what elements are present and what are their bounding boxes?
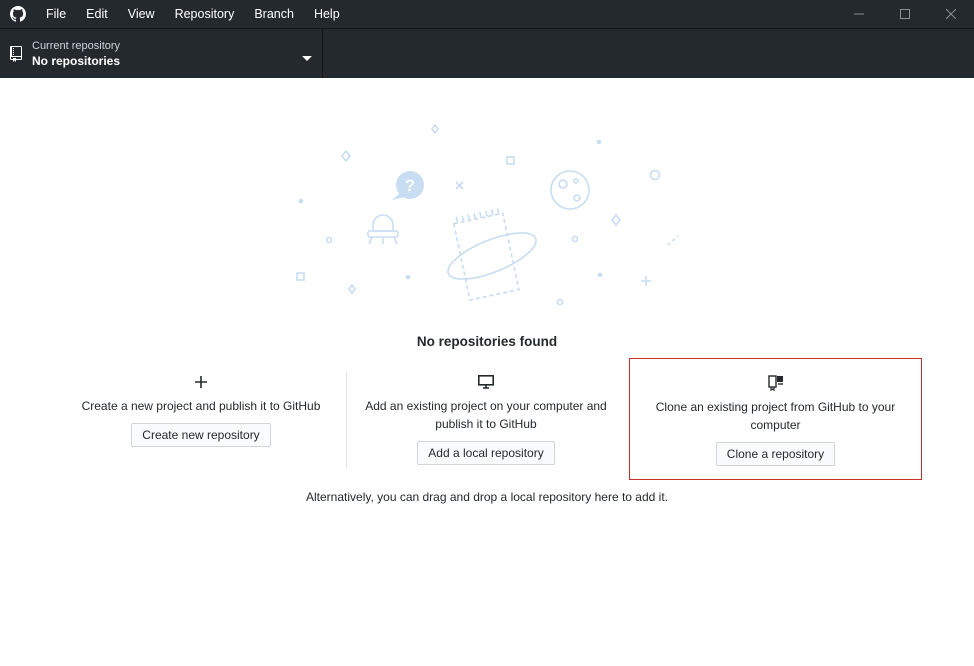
close-icon — [946, 9, 956, 19]
repo-clone-icon — [630, 372, 921, 394]
window-controls — [836, 0, 974, 28]
github-logo-icon[interactable] — [0, 0, 36, 28]
empty-state-illustration: ? — [296, 123, 679, 306]
current-repository-label: Current repository — [32, 39, 121, 52]
add-local-repository-description: Add an existing project on your computer… — [365, 399, 607, 431]
maximize-button[interactable] — [882, 0, 928, 28]
repo-text: Current repository No repositories — [32, 39, 120, 69]
sparkle-icon — [610, 213, 622, 227]
add-local-repository-option: Add an existing project on your computer… — [346, 358, 626, 480]
title-bar: File Edit View Repository Branch Help — [0, 0, 974, 28]
current-repository-value: No repositories — [32, 53, 121, 68]
menu-repository[interactable]: Repository — [165, 0, 245, 28]
drag-drop-hint: Alternatively, you can drag and drop a l… — [306, 490, 668, 504]
minimize-icon — [854, 13, 864, 15]
maximize-icon — [900, 9, 910, 19]
sparkle-icon — [431, 123, 439, 135]
create-new-repository-button[interactable]: Create new repository — [131, 423, 271, 447]
desktop-icon — [346, 371, 626, 393]
menu-file[interactable]: File — [36, 0, 76, 28]
add-local-repository-button[interactable]: Add a local repository — [417, 441, 555, 465]
menu-edit[interactable]: Edit — [76, 0, 118, 28]
repo-icon — [0, 29, 32, 78]
close-button[interactable] — [928, 0, 974, 28]
action-panel: Create a new project and publish it to G… — [56, 358, 926, 482]
menu-view[interactable]: View — [118, 0, 165, 28]
plus-icon — [56, 371, 346, 393]
sparkle-icon — [348, 283, 356, 295]
minimize-button[interactable] — [836, 0, 882, 28]
clone-repository-button[interactable]: Clone a repository — [715, 442, 836, 466]
svg-text:?: ? — [405, 176, 415, 195]
create-repository-option: Create a new project and publish it to G… — [56, 358, 346, 480]
menu-bar: File Edit View Repository Branch Help — [36, 0, 350, 28]
caret-down-icon — [302, 49, 312, 67]
menu-help[interactable]: Help — [304, 0, 350, 28]
menu-branch[interactable]: Branch — [244, 0, 304, 28]
sparkle-icon — [340, 149, 352, 163]
toolbar: Current repository No repositories — [0, 28, 974, 78]
page-title: No repositories found — [416, 334, 558, 349]
clone-repository-description: Clone an existing project from GitHub to… — [655, 400, 896, 432]
clone-repository-option: Clone an existing project from GitHub to… — [629, 358, 922, 480]
current-repository-selector[interactable]: Current repository No repositories — [0, 29, 323, 78]
create-repository-description: Create a new project and publish it to G… — [81, 399, 321, 413]
